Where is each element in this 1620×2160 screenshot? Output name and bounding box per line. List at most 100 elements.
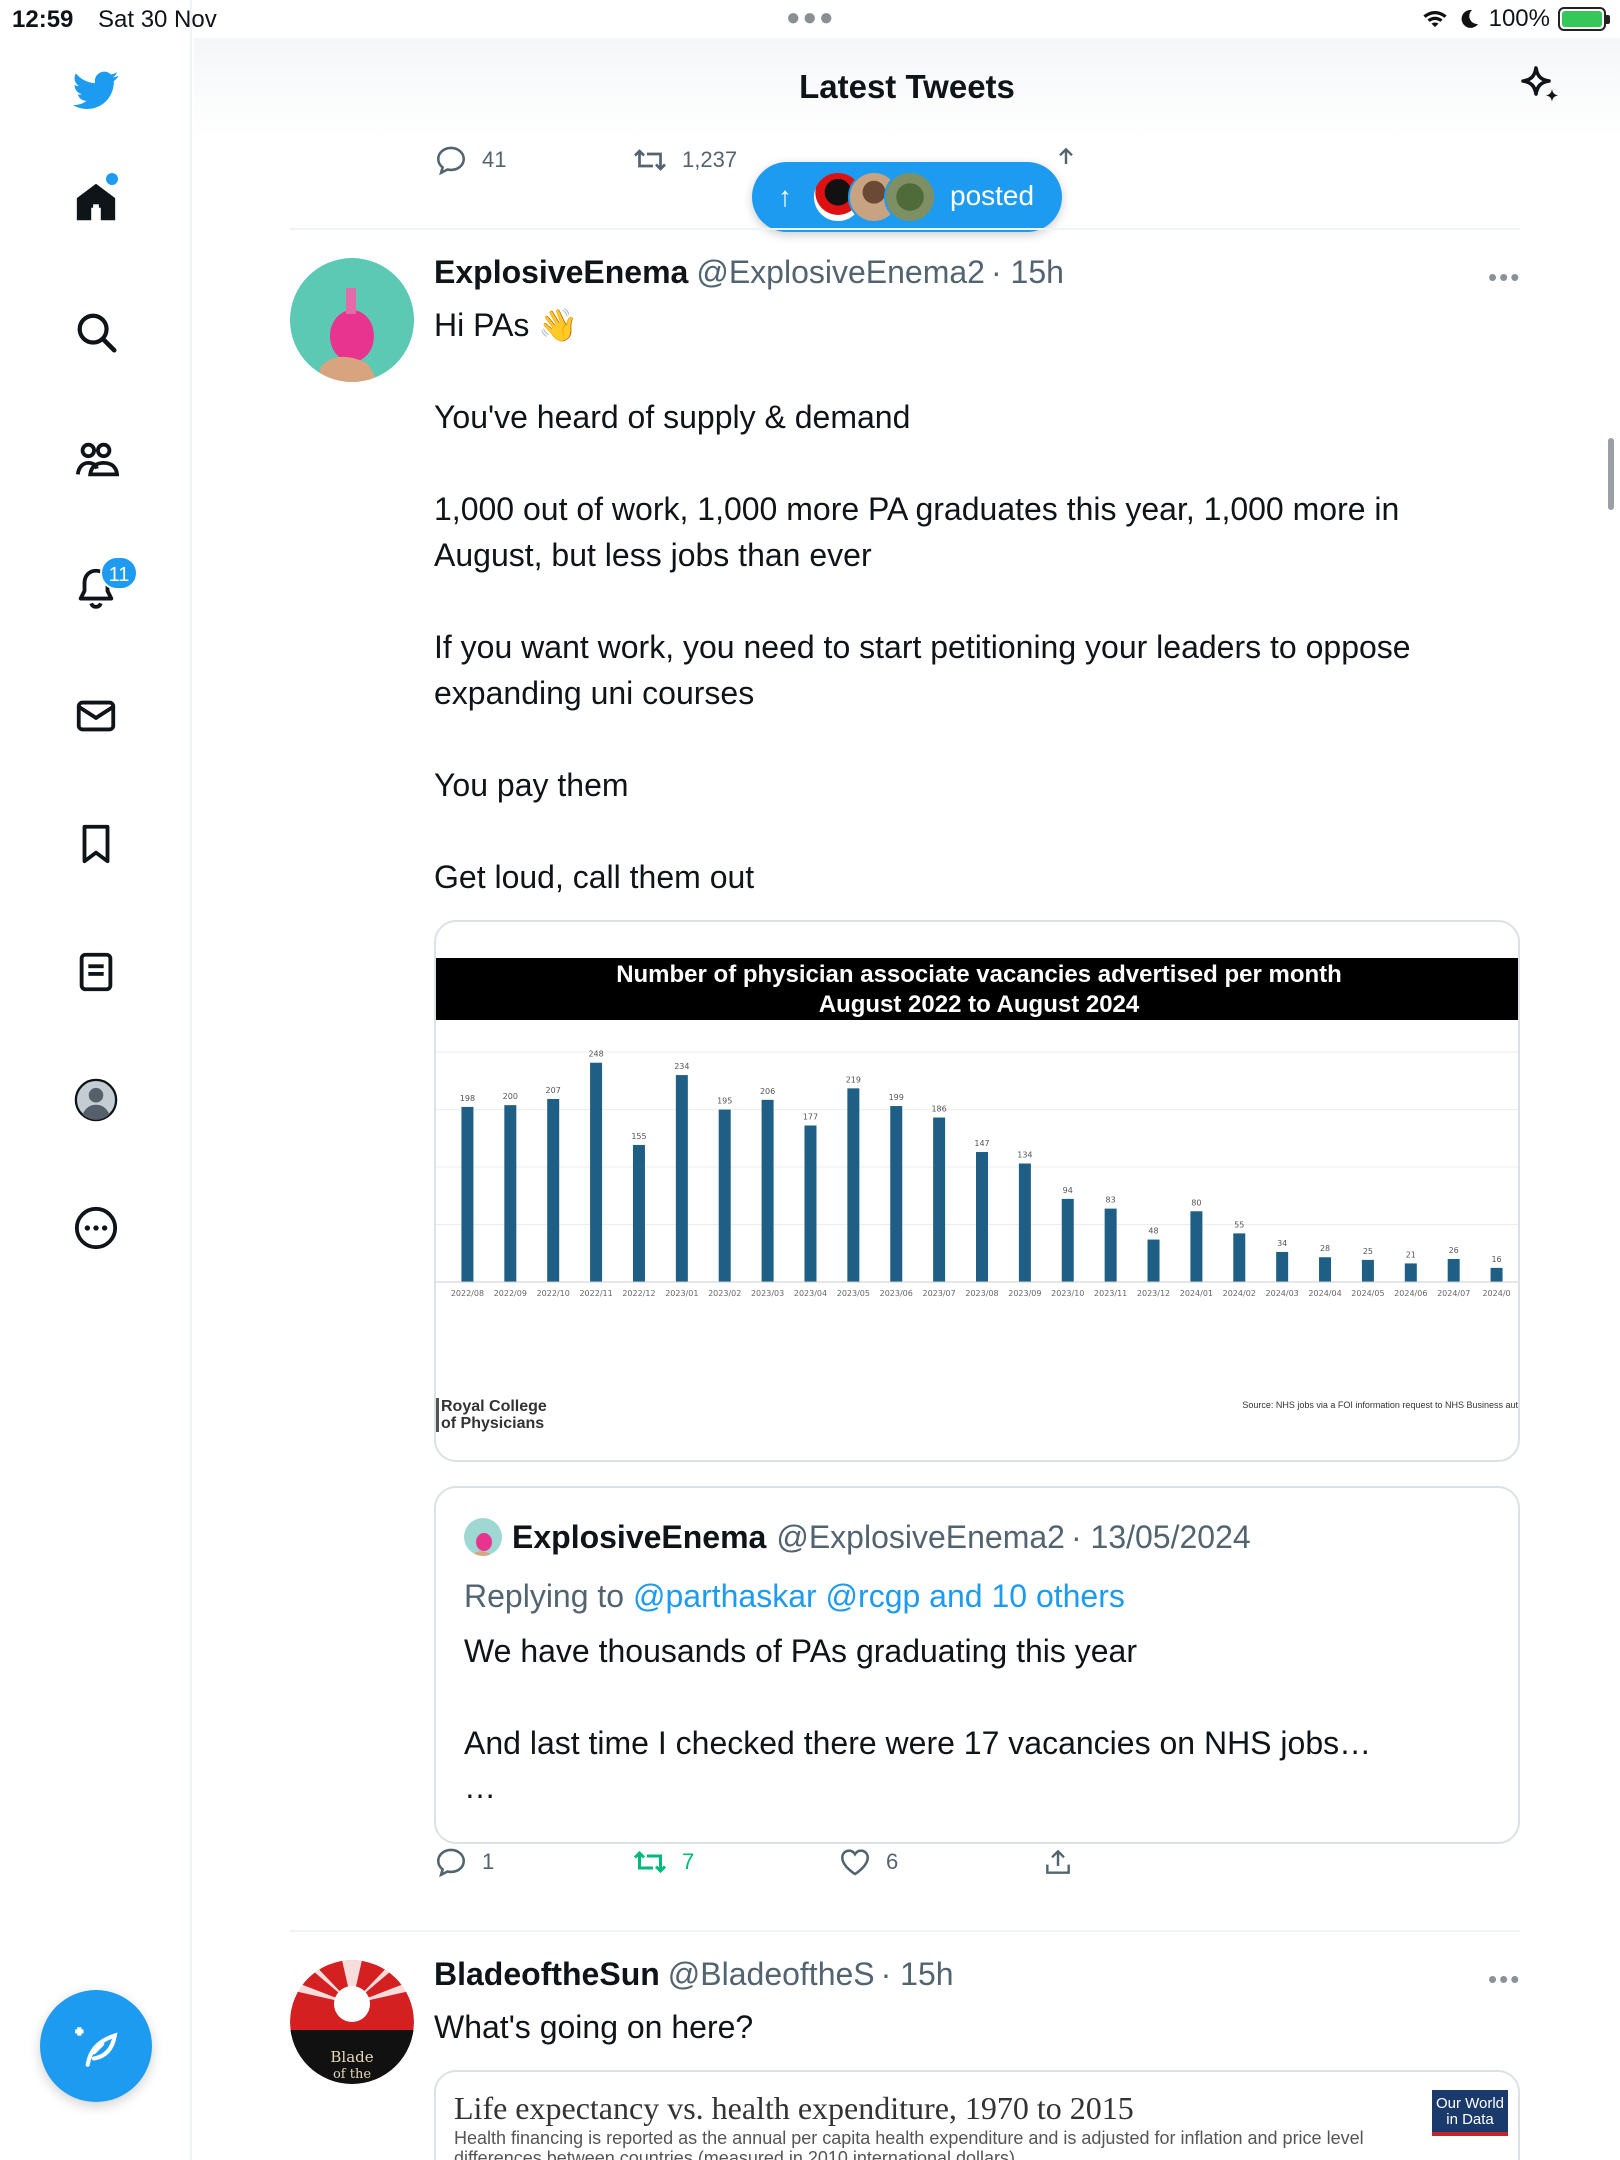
sidebar: 11: [0, 0, 192, 2160]
status-bar: 12:59 Sat 30 Nov ●●● 100%: [0, 0, 1620, 38]
chart-bar: [1190, 1211, 1203, 1282]
chart-data-label: 186: [931, 1105, 946, 1114]
chart-bar: [1104, 1208, 1117, 1282]
sparkle-icon[interactable]: [1516, 62, 1564, 115]
chart-tick-label: 2023/11: [1094, 1289, 1127, 1298]
chart-tick-label: 2023/08: [965, 1289, 998, 1298]
more-options-icon[interactable]: •••: [1488, 1964, 1521, 1995]
chart-bar: [1490, 1267, 1503, 1282]
chart-data-label: 206: [760, 1087, 775, 1096]
reply-button[interactable]: 41: [434, 143, 506, 177]
scrollbar[interactable]: [1608, 438, 1614, 510]
svg-text:Blade: Blade: [330, 2048, 373, 2066]
chart-tick-label: 2023/05: [837, 1289, 870, 1298]
chart-data-label: 26: [1449, 1246, 1459, 1255]
chart-data-label: 207: [546, 1086, 561, 1095]
tweet-time[interactable]: · 15h: [881, 1956, 954, 1992]
chart-data-label: 177: [803, 1112, 818, 1121]
chart-bar: [718, 1109, 731, 1282]
reply-button[interactable]: 1: [434, 1845, 494, 1879]
rcp-logo: Royal College of Physicians: [436, 1398, 556, 1432]
chart-tick-label: 2023/02: [708, 1289, 741, 1298]
chart-bar: [632, 1144, 645, 1282]
chart-data-label: 16: [1491, 1255, 1501, 1264]
reply-count: 41: [482, 147, 507, 172]
page-title: Latest Tweets: [799, 68, 1015, 105]
chart-tick-label: 2022/12: [622, 1289, 655, 1298]
quote-body: We have thousands of PAs graduating this…: [464, 1628, 1494, 1803]
tweet-paragraph: Hi PAs 👋: [434, 307, 579, 343]
chart-data-label: 234: [674, 1062, 689, 1071]
replying-to: Replying to @parthaskar @rcgp and 10 oth…: [464, 1578, 1125, 1615]
author-name[interactable]: BladeoftheSun: [434, 1956, 660, 1992]
author-handle[interactable]: @BladeoftheS: [668, 1956, 875, 1992]
tweet-paragraph: What's going on here?: [434, 2009, 754, 2045]
retweet-button[interactable]: 7: [632, 1844, 694, 1880]
more-options-icon[interactable]: •••: [1488, 262, 1521, 293]
chart-tick-label: 2023/07: [923, 1289, 956, 1298]
chart-data-label: 34: [1277, 1239, 1287, 1248]
twitter-logo-icon[interactable]: [70, 64, 122, 116]
retweet-count: 1,237: [682, 147, 738, 172]
heart-icon: [840, 1849, 870, 1876]
new-posts-pill[interactable]: ↑ posted: [752, 162, 1062, 232]
multitasking-dots-icon[interactable]: ●●●: [786, 4, 836, 32]
communities-icon[interactable]: [70, 434, 122, 486]
mail-icon[interactable]: [70, 690, 122, 742]
chart-data-label: 28: [1320, 1244, 1330, 1253]
chart-tick-label: 2023/09: [1008, 1289, 1041, 1298]
chart-bar: [890, 1106, 903, 1282]
timeline-header: Latest Tweets: [194, 38, 1620, 138]
image-chart-title: Life expectancy vs. health expenditure, …: [454, 2090, 1134, 2126]
tweet-paragraph: If you want work, you need to start peti…: [434, 629, 1411, 711]
like-count: 6: [886, 1849, 899, 1874]
chart-bar: [547, 1098, 560, 1282]
author-name[interactable]: ExplosiveEnema: [434, 254, 688, 290]
chart-data-label: 195: [717, 1097, 732, 1106]
compose-button[interactable]: [40, 1990, 152, 2102]
quote-author-name: ExplosiveEnema: [512, 1518, 767, 1555]
status-time: 12:59: [12, 6, 74, 33]
bookmark-icon[interactable]: [70, 818, 122, 870]
tweet-image[interactable]: Number of physician associate vacancies …: [434, 920, 1520, 1462]
retweet-count: 7: [682, 1849, 695, 1874]
tweet-time[interactable]: · 15h: [991, 254, 1064, 290]
avatar: [884, 171, 936, 223]
lists-icon[interactable]: [70, 946, 122, 998]
chart-bar: [761, 1099, 774, 1282]
chart-tick-label: 2024/04: [1308, 1289, 1341, 1298]
chart-bar: [1147, 1239, 1160, 1282]
chart-data-label: 219: [846, 1075, 861, 1084]
avatar[interactable]: Blade of the: [290, 1960, 414, 2084]
avatar[interactable]: [290, 258, 414, 382]
share-button[interactable]: [1042, 1846, 1074, 1878]
chart-bar: [675, 1075, 688, 1282]
chart-data-label: 83: [1106, 1196, 1116, 1205]
tweet-paragraph: You pay them: [434, 767, 629, 803]
retweet-button[interactable]: 1,237: [632, 142, 737, 178]
like-button[interactable]: 6: [838, 1845, 898, 1879]
quote-paragraph: And last time I checked there were 17 va…: [464, 1725, 1372, 1761]
chart-data-label: 155: [631, 1132, 646, 1141]
reply-icon: [436, 1848, 466, 1878]
chart-tick-label: 2024/06: [1394, 1289, 1427, 1298]
quoted-tweet[interactable]: ExplosiveEnema @ExplosiveEnema2 · 13/05/…: [434, 1486, 1520, 1844]
replying-prefix: Replying to: [464, 1578, 625, 1614]
tweet-image[interactable]: Life expectancy vs. health expenditure, …: [434, 2070, 1520, 2160]
tweet-divider: [290, 1930, 1520, 1932]
chart-bar: [590, 1062, 603, 1282]
chart-data-label: 198: [460, 1094, 475, 1103]
share-button[interactable]: [1050, 144, 1082, 176]
tweet-paragraph: Get loud, call them out: [434, 859, 755, 895]
chart-tick-label: 2024/03: [1266, 1289, 1299, 1298]
more-circle-icon[interactable]: [70, 1202, 122, 1254]
author-handle[interactable]: @ExplosiveEnema2: [696, 254, 985, 290]
chart-data-label: 94: [1063, 1186, 1073, 1195]
chart-source: Source: NHS jobs via a FOI information r…: [1242, 1400, 1518, 1410]
replying-to-link[interactable]: @parthaskar @rcgp and 10 others: [633, 1578, 1125, 1614]
profile-avatar-icon[interactable]: [70, 1074, 122, 1126]
chart-title-banner: Number of physician associate vacancies …: [436, 958, 1518, 1020]
quote-time: · 13/05/2024: [1070, 1518, 1251, 1555]
battery-percent: 100%: [1488, 5, 1550, 32]
search-icon[interactable]: [70, 306, 122, 358]
